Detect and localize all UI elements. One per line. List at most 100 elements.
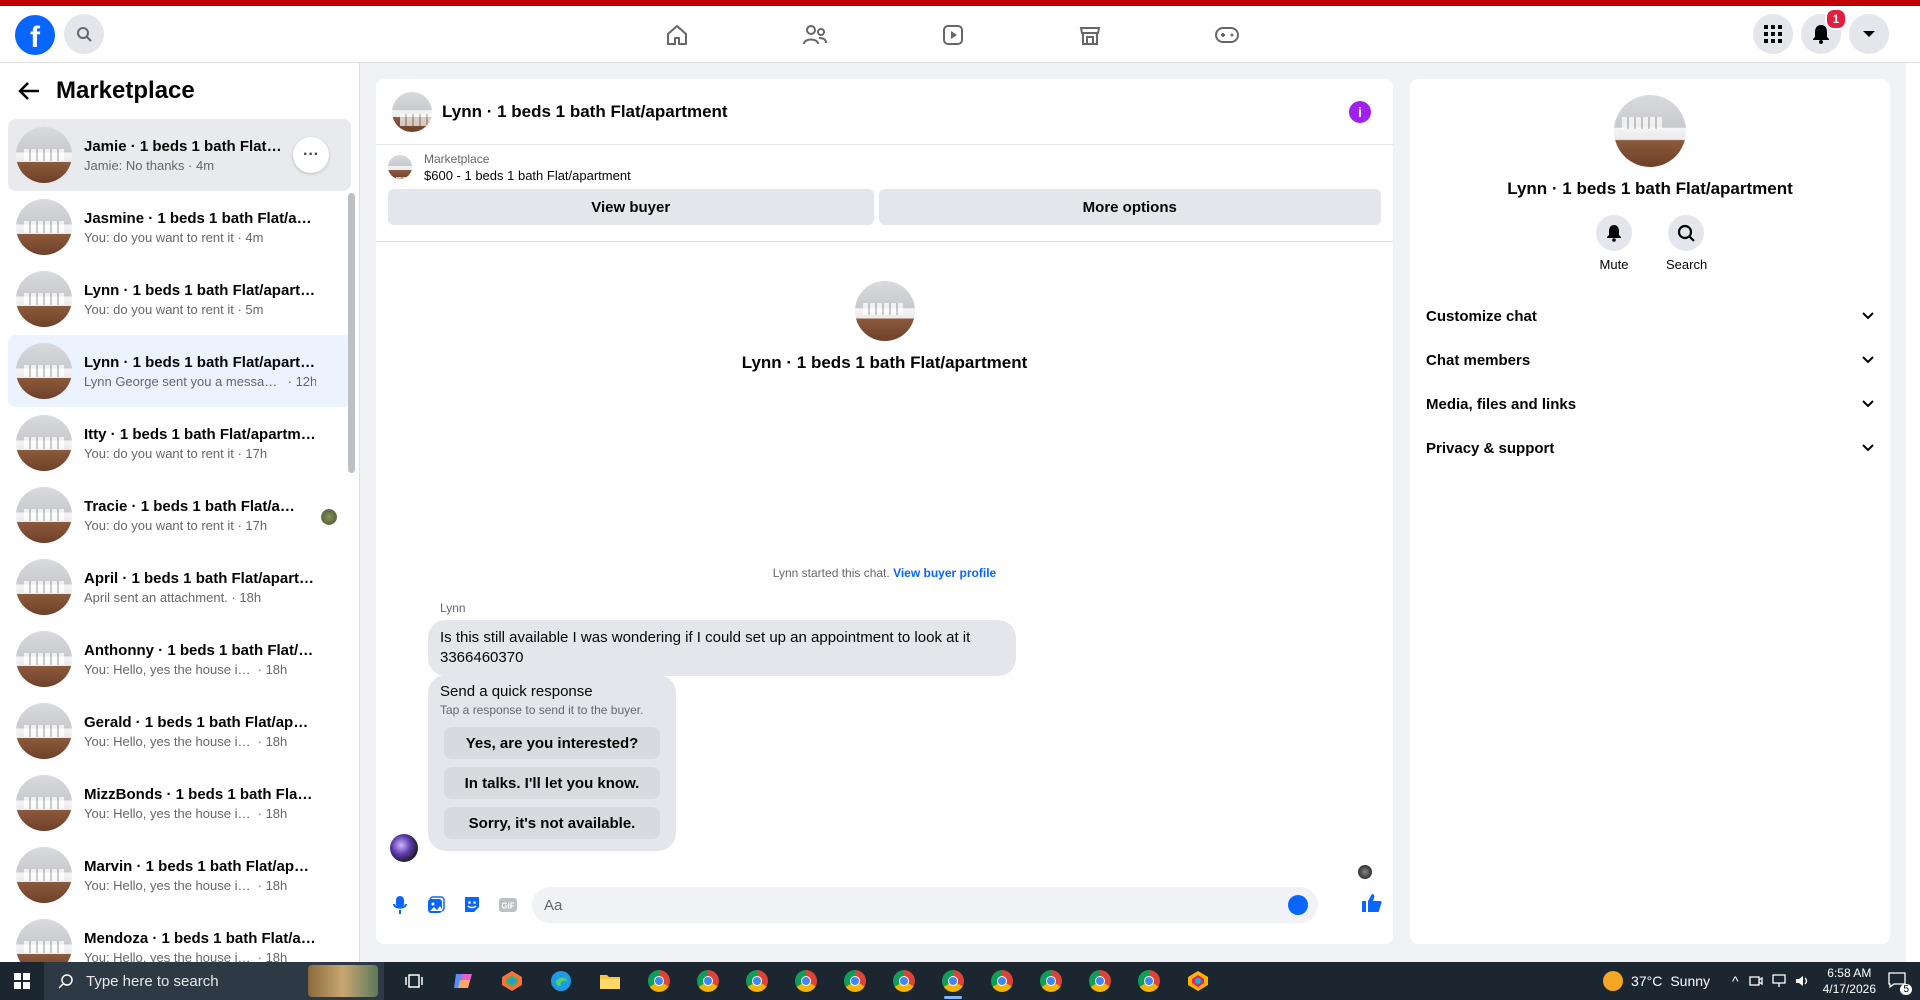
send-like-button[interactable]: [1361, 893, 1383, 918]
home-nav-button[interactable]: [660, 18, 694, 52]
sender-avatar[interactable]: [390, 834, 418, 862]
conversation-time: 18h: [265, 733, 288, 749]
chrome-profile-6[interactable]: [885, 962, 923, 1000]
facebook-logo-icon[interactable]: f: [15, 15, 55, 55]
seen-by-avatar: [321, 509, 337, 525]
quick-response-not-available-button[interactable]: Sorry, it's not available.: [444, 807, 660, 839]
listing-bar[interactable]: Marketplace $600 - 1 beds 1 bath Flat/ap…: [376, 145, 1393, 189]
info-icon[interactable]: i: [1349, 101, 1371, 123]
chat-title[interactable]: Lynn · 1 beds 1 bath Flat/apartment: [442, 102, 728, 122]
quick-response-in-talks-button[interactable]: In talks. I'll let you know.: [444, 767, 660, 799]
conversation-item-selected[interactable]: Lynn · 1 beds 1 bath Flat/apartment Lynn…: [8, 335, 351, 407]
folder-icon: [600, 975, 620, 989]
more-options-button[interactable]: More options: [878, 189, 1381, 225]
customize-chat-section[interactable]: Customize chat: [1410, 294, 1890, 338]
conversation-item[interactable]: Itty · 1 beds 1 bath Flat/apartment You:…: [8, 407, 351, 479]
notifications-button[interactable]: 1: [1801, 8, 1847, 54]
task-view-button[interactable]: [395, 962, 433, 1000]
conversation-item[interactable]: Anthonny · 1 beds 1 bath Flat/apartment …: [8, 623, 351, 695]
conversation-more-button[interactable]: ···: [293, 137, 329, 173]
notification-center-count: 5: [1900, 983, 1912, 995]
conversation-item[interactable]: Mendoza · 1 beds 1 bath Flat/apartment Y…: [8, 911, 351, 962]
chevron-down-icon: [1862, 444, 1874, 452]
emoji-icon[interactable]: [1288, 895, 1308, 915]
start-button[interactable]: [0, 962, 44, 1000]
conversation-item[interactable]: Tracie · 1 beds 1 bath Flat/apartment Yo…: [8, 479, 351, 551]
voice-clip-button[interactable]: [388, 893, 412, 917]
marketplace-label: Marketplace: [424, 151, 490, 166]
edge-app[interactable]: [542, 962, 580, 1000]
mute-button[interactable]: Mute: [1594, 215, 1634, 272]
chrome-icon: [1138, 970, 1160, 992]
conversation-item[interactable]: Jasmine · 1 beds 1 bath Flat/apartment Y…: [8, 191, 351, 263]
chrome-profile-3[interactable]: [738, 962, 776, 1000]
chrome-profile-4[interactable]: [787, 962, 825, 1000]
marketplace-icon: [1079, 27, 1101, 45]
search-button[interactable]: [64, 14, 104, 54]
conversation-item[interactable]: MizzBonds · 1 beds 1 bath Flat/apartment…: [8, 767, 351, 839]
chrome-profile-7-active[interactable]: [934, 962, 972, 1000]
back-arrow-icon[interactable]: [18, 81, 40, 101]
page-scrollbar[interactable]: [1906, 63, 1920, 962]
chat-members-section[interactable]: Chat members: [1410, 338, 1890, 382]
chevron-up-icon[interactable]: ^: [1732, 973, 1739, 989]
volume-icon[interactable]: [1795, 974, 1811, 988]
gif-button[interactable]: GIF: [496, 893, 520, 917]
listing-thumbnail: [16, 559, 72, 615]
media-files-links-section[interactable]: Media, files and links: [1410, 382, 1890, 426]
video-nav-button[interactable]: [936, 18, 970, 52]
chrome-profile-1[interactable]: [640, 962, 678, 1000]
chrome-icon: [893, 970, 915, 992]
notification-center-button[interactable]: 5: [1888, 971, 1912, 995]
chrome-profile-5[interactable]: [836, 962, 874, 1000]
account-button[interactable]: [1849, 14, 1889, 54]
copilot-icon: [454, 974, 472, 988]
view-buyer-profile-link[interactable]: View buyer profile: [893, 566, 996, 580]
privacy-support-section[interactable]: Privacy & support: [1410, 426, 1890, 470]
chat-info-sections: Customize chat Chat members Media, files…: [1410, 294, 1890, 470]
conversation-time: 12h: [295, 373, 316, 389]
taskbar-clock[interactable]: 6:58 AM 4/17/2026: [1823, 965, 1876, 997]
sticker-button[interactable]: [460, 893, 484, 917]
file-explorer-app[interactable]: [591, 962, 629, 1000]
app-shortcut[interactable]: [1179, 962, 1217, 1000]
conversation-item[interactable]: Gerald · 1 beds 1 bath Flat/apartment Yo…: [8, 695, 351, 767]
sidebar-scrollbar[interactable]: [348, 193, 355, 473]
sidebar-header: Marketplace: [0, 63, 359, 119]
marketplace-nav-button[interactable]: [1073, 18, 1107, 52]
chat-listing-thumbnail[interactable]: [392, 91, 432, 132]
chrome-profile-2[interactable]: [689, 962, 727, 1000]
conversation-time: 4m: [196, 157, 215, 173]
network-icon[interactable]: [1771, 974, 1787, 988]
weather-condition[interactable]: Sunny: [1670, 973, 1710, 989]
conversation-sidebar: Marketplace Jamie · 1 beds 1 bath Flat/a…: [0, 63, 360, 962]
conversation-item[interactable]: Jamie · 1 beds 1 bath Flat/apartment Jam…: [8, 119, 351, 191]
listing-price-title: $600 - 1 beds 1 bath Flat/apartment: [424, 167, 631, 183]
friends-nav-button[interactable]: [798, 18, 832, 52]
colorful-app-icon: [502, 971, 522, 991]
conversation-name: Lynn · 1 beds 1 bath Flat/apartment: [84, 353, 316, 371]
attach-photo-button[interactable]: [424, 893, 448, 917]
chrome-profile-11[interactable]: [1130, 962, 1168, 1000]
meet-now-icon[interactable]: [1748, 974, 1763, 988]
conversation-item[interactable]: Lynn · 1 beds 1 bath Flat/apartment You:…: [8, 263, 351, 335]
quick-response-yes-button[interactable]: Yes, are you interested?: [444, 727, 660, 759]
chat-intro-title: Lynn · 1 beds 1 bath Flat/apartment: [741, 353, 1028, 372]
gaming-nav-button[interactable]: [1210, 18, 1244, 52]
message-input[interactable]: Aa: [532, 887, 1318, 923]
chrome-profile-9[interactable]: [1032, 962, 1070, 1000]
menu-button[interactable]: [1753, 14, 1793, 54]
view-buyer-button[interactable]: View buyer: [388, 189, 874, 225]
chrome-profile-8[interactable]: [983, 962, 1021, 1000]
weather-temperature[interactable]: 37°C: [1631, 973, 1662, 989]
search-in-conversation-button[interactable]: Search: [1666, 215, 1707, 272]
conversation-item[interactable]: April · 1 beds 1 bath Flat/apartment Apr…: [8, 551, 351, 623]
conversation-item[interactable]: Marvin · 1 beds 1 bath Flat/apartment Yo…: [8, 839, 351, 911]
copilot-app[interactable]: [444, 962, 482, 1000]
app-shortcut[interactable]: [493, 962, 531, 1000]
search-highlight-image[interactable]: [308, 965, 378, 997]
taskbar-search-box[interactable]: Type here to search: [44, 962, 384, 1000]
svg-text:GIF: GIF: [501, 902, 514, 911]
mute-label: Mute: [1599, 257, 1629, 272]
chrome-profile-10[interactable]: [1081, 962, 1119, 1000]
